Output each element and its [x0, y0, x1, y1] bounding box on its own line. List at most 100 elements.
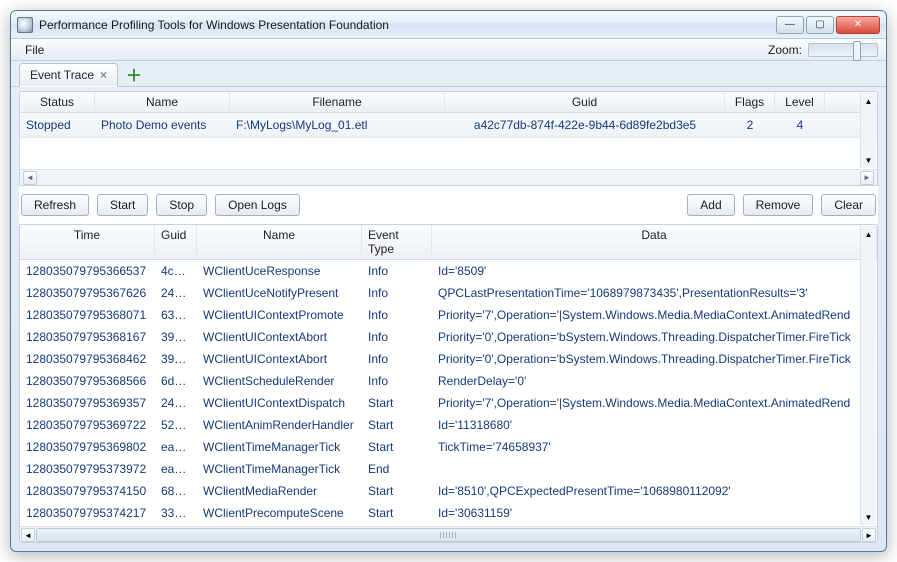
add-button[interactable]: Add: [687, 194, 734, 216]
event-data: QPCLastPresentationTime='1068979873435',…: [432, 284, 877, 302]
event-row[interactable]: 12803507979536816739404WClientUIContextA…: [20, 326, 877, 348]
col-status[interactable]: Status: [20, 92, 95, 112]
new-tab-button[interactable]: ＋: [124, 64, 144, 84]
maximize-button[interactable]: ▢: [806, 16, 834, 34]
event-data: Priority='0',Operation='bSystem.Windows.…: [432, 350, 877, 368]
menubar: File Zoom:: [11, 39, 886, 61]
col-level[interactable]: Level: [775, 92, 825, 112]
event-guid: 6827e: [155, 482, 197, 500]
menu-file[interactable]: File: [19, 41, 50, 59]
event-time: 128035079795368566: [20, 372, 155, 390]
scroll-down-icon[interactable]: ▼: [863, 511, 875, 523]
scroll-down-icon[interactable]: ▼: [863, 154, 875, 166]
stop-button[interactable]: Stop: [156, 194, 207, 216]
zoom-slider-thumb[interactable]: [853, 41, 861, 61]
event-type: Start: [362, 504, 432, 522]
event-time: 128035079795374217: [20, 504, 155, 522]
event-data: Id='8509': [432, 262, 877, 280]
app-window: Performance Profiling Tools for Windows …: [10, 10, 887, 552]
event-time: 128035079795369802: [20, 438, 155, 456]
event-list-body[interactable]: 1280350797953665374c253WClientUceRespons…: [20, 260, 877, 526]
scroll-up-icon[interactable]: ▲: [863, 95, 875, 107]
tabstrip: Event Trace × ＋: [11, 61, 886, 87]
event-row[interactable]: 128035079795368071632d4WClientUIContextP…: [20, 304, 877, 326]
trace-hscroll[interactable]: ◄ ►: [20, 169, 877, 185]
event-row[interactable]: 12803507979537421733314WClientPrecompute…: [20, 502, 877, 524]
refresh-button[interactable]: Refresh: [21, 194, 89, 216]
hscroll-thumb[interactable]: [36, 528, 861, 542]
window-title: Performance Profiling Tools for Windows …: [39, 18, 776, 32]
event-type: Start: [362, 394, 432, 412]
scroll-left-icon[interactable]: ◄: [21, 528, 35, 542]
event-guid: 39404: [155, 350, 197, 368]
col-filename[interactable]: Filename: [230, 92, 445, 112]
clear-button[interactable]: Clear: [821, 194, 876, 216]
col-flags[interactable]: Flags: [725, 92, 775, 112]
scroll-up-icon[interactable]: ▲: [863, 228, 875, 240]
event-type: Info: [362, 328, 432, 346]
event-type: End: [362, 460, 432, 478]
trace-list-body[interactable]: Stopped Photo Demo events F:\MyLogs\MyLo…: [20, 113, 877, 169]
event-name: WClientUceResponse: [197, 262, 362, 280]
event-data: Priority='7',Operation='|System.Windows.…: [432, 306, 877, 324]
event-name: WClientPrecomputeScene: [197, 504, 362, 522]
trace-status: Stopped: [20, 116, 95, 134]
scroll-right-icon[interactable]: ►: [862, 528, 876, 542]
event-time: 128035079795368462: [20, 350, 155, 368]
event-guid: 39404: [155, 328, 197, 346]
trace-flags: 2: [725, 116, 775, 134]
event-data: Id='11318680': [432, 416, 877, 434]
event-row[interactable]: 1280350797953685666d5aeWClientScheduleRe…: [20, 370, 877, 392]
event-row[interactable]: 1280350797953741506827eWClientMediaRende…: [20, 480, 877, 502]
remove-button[interactable]: Remove: [743, 194, 814, 216]
zoom-slider[interactable]: [808, 43, 878, 57]
event-row[interactable]: 128035079795369802ea3b4WClientTimeManage…: [20, 436, 877, 458]
trace-list-header: Status Name Filename Guid Flags Level: [20, 92, 877, 113]
titlebar[interactable]: Performance Profiling Tools for Windows …: [11, 11, 886, 39]
event-row[interactable]: 12803507979536762624cd1WClientUceNotifyP…: [20, 282, 877, 304]
ecol-time[interactable]: Time: [20, 225, 155, 259]
minimize-button[interactable]: ―: [776, 16, 804, 34]
col-guid[interactable]: Guid: [445, 92, 725, 112]
start-button[interactable]: Start: [97, 194, 148, 216]
event-type: Start: [362, 482, 432, 500]
event-row[interactable]: 12803507979536846239404WClientUIContextA…: [20, 348, 877, 370]
event-name: WClientMediaRender: [197, 482, 362, 500]
ecol-type[interactable]: Event Type: [362, 225, 432, 259]
scroll-right-icon[interactable]: ►: [860, 171, 874, 185]
event-name: WClientUIContextPromote: [197, 306, 362, 324]
open-logs-button[interactable]: Open Logs: [215, 194, 300, 216]
event-type: Info: [362, 372, 432, 390]
event-row[interactable]: 128035079795369722521c1WClientAnimRender…: [20, 414, 877, 436]
event-type: Info: [362, 284, 432, 302]
event-guid: ea3b4: [155, 438, 197, 456]
event-name: WClientScheduleRender: [197, 372, 362, 390]
event-row[interactable]: 1280350797953665374c253WClientUceRespons…: [20, 260, 877, 282]
event-type: Start: [362, 416, 432, 434]
ecol-data[interactable]: Data: [432, 225, 877, 259]
close-button[interactable]: ✕: [836, 16, 880, 34]
col-name[interactable]: Name: [95, 92, 230, 112]
event-list-header: Time Guid Name Event Type Data: [20, 225, 877, 260]
trace-row[interactable]: Stopped Photo Demo events F:\MyLogs\MyLo…: [20, 113, 877, 138]
event-hscroll[interactable]: ◄ ►: [20, 526, 877, 542]
ecol-guid[interactable]: Guid: [155, 225, 197, 259]
maximize-icon: ▢: [815, 19, 824, 30]
trace-vscroll[interactable]: ▲ ▼: [860, 93, 876, 168]
event-row[interactable]: 1280350797953693572481aWClientUIContextD…: [20, 392, 877, 414]
zoom-label: Zoom:: [768, 43, 802, 57]
event-time: 128035079795368071: [20, 306, 155, 324]
scroll-left-icon[interactable]: ◄: [23, 171, 37, 185]
trace-level: 4: [775, 116, 825, 134]
tab-event-trace[interactable]: Event Trace ×: [19, 63, 118, 87]
event-row[interactable]: 128035079795373972ea3b4WClientTimeManage…: [20, 458, 877, 480]
event-time: 128035079795367626: [20, 284, 155, 302]
tab-close-icon[interactable]: ×: [100, 68, 107, 82]
ecol-name[interactable]: Name: [197, 225, 362, 259]
event-guid: 6d5ae: [155, 372, 197, 390]
event-data: Id='30631159': [432, 504, 877, 522]
event-vscroll[interactable]: ▲ ▼: [860, 226, 876, 525]
event-data: Id='8510',QPCExpectedPresentTime='106898…: [432, 482, 877, 500]
event-name: WClientUceNotifyPresent: [197, 284, 362, 302]
event-time: 128035079795368167: [20, 328, 155, 346]
